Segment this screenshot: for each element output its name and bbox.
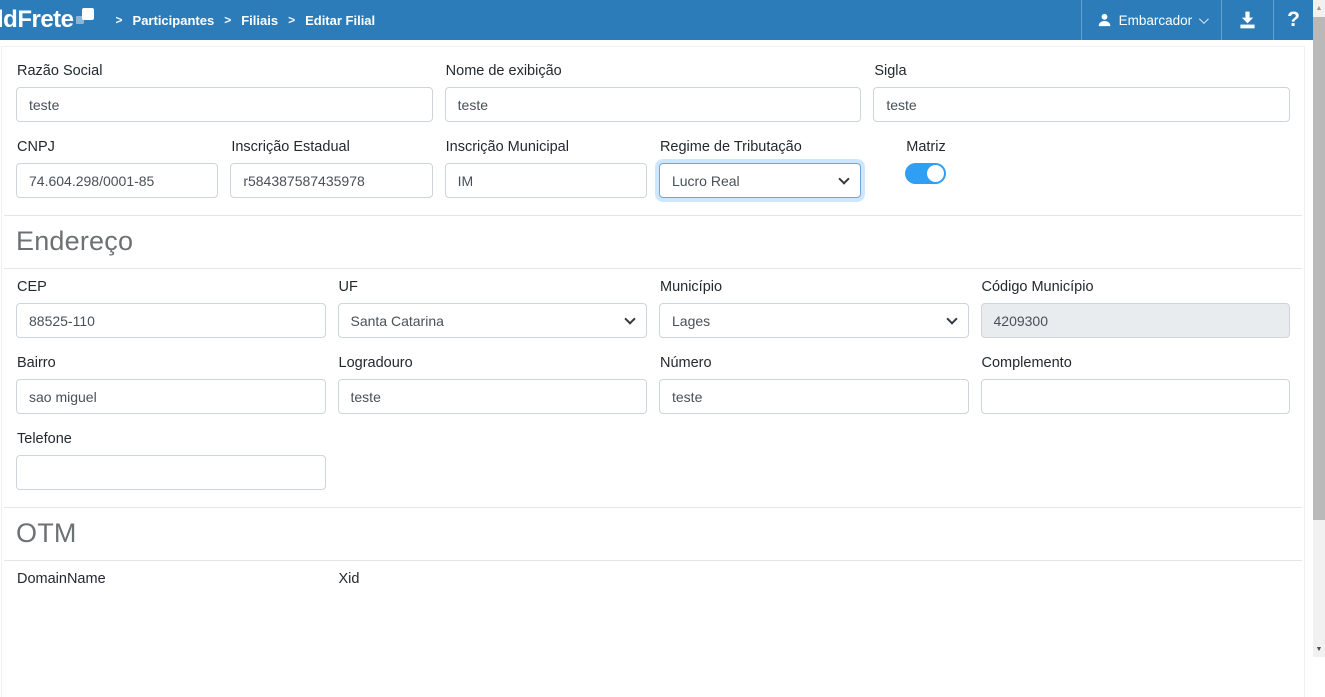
logradouro-input[interactable] (338, 379, 648, 414)
numero-input[interactable] (659, 379, 969, 414)
help-button[interactable]: ? (1273, 0, 1313, 40)
regime-tributacao-select[interactable]: Lucro Real (659, 163, 861, 198)
breadcrumb-chevron-icon: > (288, 13, 295, 27)
uf-select[interactable]: Santa Catarina (338, 303, 648, 338)
sigla-label: Sigla (874, 63, 1290, 79)
codigo-municipio-label: Código Município (982, 279, 1291, 295)
inscricao-estadual-input[interactable] (230, 163, 432, 198)
breadcrumb-chevron-icon: > (116, 13, 123, 27)
form-row: DomainName Xid (4, 571, 1302, 595)
complemento-input[interactable] (981, 379, 1291, 414)
uf-label: UF (339, 279, 648, 295)
app-logo[interactable]: ldFrete (0, 0, 94, 40)
telefone-input[interactable] (16, 455, 326, 490)
form-row: Telefone (4, 431, 1302, 490)
nome-exibicao-label: Nome de exibição (446, 63, 862, 79)
section-divider (4, 268, 1302, 269)
vertical-scrollbar[interactable]: ▲ ▼ (1313, 0, 1325, 657)
codigo-municipio-input (981, 303, 1291, 338)
section-divider (4, 560, 1302, 561)
help-label: ? (1287, 8, 1300, 32)
cnpj-input[interactable] (16, 163, 218, 198)
user-menu[interactable]: Embarcador (1081, 0, 1222, 40)
razao-social-input[interactable] (16, 87, 433, 122)
nome-exibicao-input[interactable] (445, 87, 862, 122)
bairro-input[interactable] (16, 379, 326, 414)
form-row: Bairro Logradouro Número Complemento (4, 355, 1302, 414)
regime-tributacao-label: Regime de Tributação (660, 139, 861, 155)
municipio-label: Município (660, 279, 969, 295)
municipio-select[interactable]: Lages (659, 303, 969, 338)
app-header: ldFrete > Participantes > Filiais > Edit… (0, 0, 1313, 40)
cep-label: CEP (17, 279, 326, 295)
complemento-label: Complemento (982, 355, 1291, 371)
breadcrumb-item-editar-filial[interactable]: Editar Filial (305, 13, 375, 28)
download-icon (1237, 10, 1258, 30)
form-row: CEP UF Santa Catarina Município Lages Có… (4, 279, 1302, 338)
download-button[interactable] (1221, 0, 1273, 40)
razao-social-label: Razão Social (17, 63, 433, 79)
matriz-label: Matriz (906, 139, 1075, 155)
sigla-input[interactable] (873, 87, 1290, 122)
breadcrumb: > Participantes > Filiais > Editar Filia… (116, 0, 376, 40)
user-menu-label: Embarcador (1119, 13, 1193, 28)
scrollbar-down-arrow[interactable]: ▼ (1313, 641, 1325, 657)
telefone-label: Telefone (17, 431, 326, 447)
form-row: CNPJ Inscrição Estadual Inscrição Munici… (4, 139, 1302, 198)
breadcrumb-item-participantes[interactable]: Participantes (133, 13, 215, 28)
otm-section-title: OTM (4, 508, 1302, 560)
breadcrumb-chevron-icon: > (224, 13, 231, 27)
cnpj-label: CNPJ (17, 139, 218, 155)
breadcrumb-item-filiais[interactable]: Filiais (241, 13, 278, 28)
toggle-knob (927, 165, 944, 182)
cep-input[interactable] (16, 303, 326, 338)
logo-squares-icon (76, 8, 94, 32)
scrollbar-up-arrow[interactable]: ▲ (1313, 0, 1325, 16)
inscricao-municipal-input[interactable] (445, 163, 647, 198)
logradouro-label: Logradouro (339, 355, 648, 371)
matriz-toggle[interactable] (905, 163, 946, 184)
domainname-label: DomainName (17, 571, 326, 587)
inscricao-municipal-label: Inscrição Municipal (446, 139, 647, 155)
endereco-section-title: Endereço (4, 216, 1302, 268)
scrollbar-thumb[interactable] (1313, 17, 1325, 520)
xid-label: Xid (339, 571, 648, 587)
bairro-label: Bairro (17, 355, 326, 371)
chevron-down-icon (1199, 14, 1209, 24)
logo-text: ldFrete (0, 6, 74, 34)
user-icon (1097, 12, 1112, 28)
edit-filial-form: Razão Social Nome de exibição Sigla CNPJ… (1, 46, 1305, 697)
numero-label: Número (660, 355, 969, 371)
form-row: Razão Social Nome de exibição Sigla (4, 63, 1302, 122)
inscricao-estadual-label: Inscrição Estadual (231, 139, 432, 155)
